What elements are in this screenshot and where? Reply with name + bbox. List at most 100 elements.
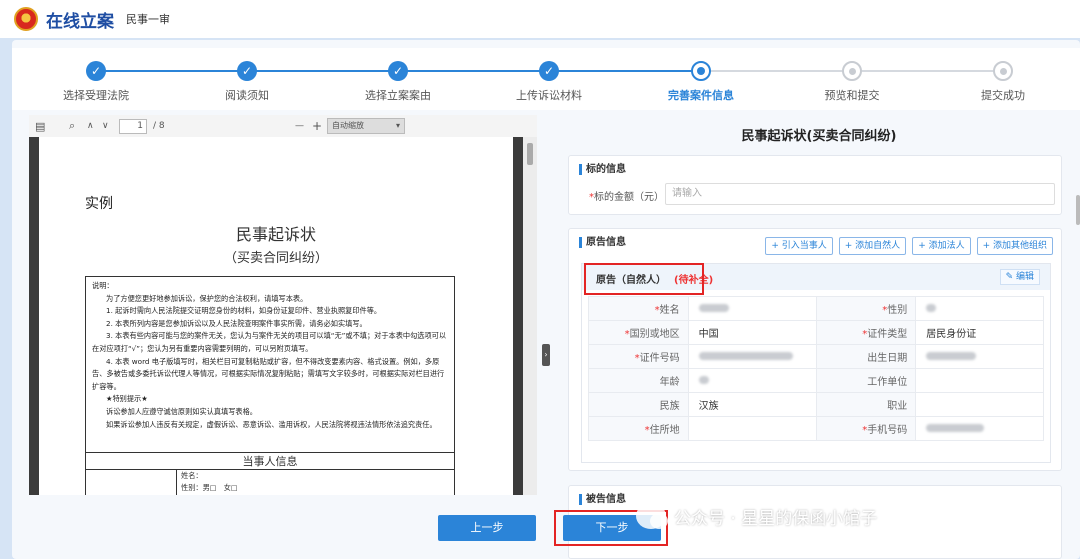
pdf-viewer: ▤ ⌕ ∧ ∨ 1 / 8 — + 自动缩放 ▾ 实例 民事起诉状 （买卖合同纠纷… <box>29 115 537 495</box>
edit-button[interactable]: ✎ 编辑 <box>999 269 1040 285</box>
step-upload-materials: ✓ 上传诉讼材料 <box>489 61 609 103</box>
plaintiff-person-header: 原告（自然人） (待补全) ✎ 编辑 <box>582 263 1050 295</box>
main-panel: ✓ 选择受理法院 ✓ 阅读须知 ✓ 选择立案案由 ✓ 上传诉讼材料 完善案件信息 预览和… <box>12 40 1080 559</box>
doc-example-label: 实例 <box>85 196 113 212</box>
plaintiff-person-block: 原告（自然人） (待补全) ✎ 编辑 *姓名 *性别 *国别或地区 中国 *证件类… <box>581 263 1051 463</box>
field-label: 出生日期 <box>815 344 917 369</box>
table-row: 年龄 工作单位 <box>588 368 1044 393</box>
case-form: 民事起诉状(买卖合同纠纷) 标的信息 *标的金额（元） 请输入 原告信息 + 引… <box>558 115 1080 559</box>
step-label: 完善案件信息 <box>668 89 734 102</box>
doc-notes: 说明： 为了方便您更好地参加诉讼，保护您的合法权利，请填写本表。 1. 起诉时需… <box>86 277 454 452</box>
step-select-court: ✓ 选择受理法院 <box>36 61 156 103</box>
next-page-icon[interactable]: ∨ <box>102 115 109 137</box>
party-info-rows: 姓名： 性别：男□ 女□ <box>176 470 238 495</box>
nationality-value: 中国 <box>687 320 817 345</box>
doc-note: 为了方便您更好地参加诉讼，保护您的合法权利，请填写本表。 <box>106 293 308 303</box>
blurred-value <box>698 376 709 384</box>
app-title: 在线立案 <box>46 11 114 32</box>
step-submit-success: 提交成功 <box>943 61 1063 103</box>
party-gender-label: 性别：男□ 女□ <box>181 483 238 492</box>
blurred-value <box>926 424 985 432</box>
blurred-value <box>698 352 793 360</box>
add-natural-person-button[interactable]: + 添加自然人 <box>838 237 907 255</box>
page-number-input[interactable]: 1 <box>119 118 147 134</box>
chevron-down-icon: ▾ <box>395 121 400 130</box>
page-total: / 8 <box>153 121 165 131</box>
field-label: *国别或地区 <box>588 320 689 345</box>
party-info-header: 当事人信息 <box>86 452 454 470</box>
field-label: 工作单位 <box>815 368 917 393</box>
top-bar: 在线立案 民事一审 <box>0 0 1080 38</box>
doc-title: 民事起诉状 <box>235 225 316 244</box>
zoom-value: 自动缩放 <box>332 121 364 130</box>
check-icon: ✓ <box>539 61 559 81</box>
watermark-text: 公众号 · 星星的保函小馆子 <box>674 508 878 529</box>
prev-step-button[interactable]: 上一步 <box>438 515 536 541</box>
step-read-notice: ✓ 阅读须知 <box>187 61 307 103</box>
amount-input[interactable]: 请输入 <box>665 183 1055 205</box>
add-legal-person-button[interactable]: + 添加法人 <box>912 237 971 255</box>
field-label: *住所地 <box>588 416 689 441</box>
name-value <box>687 296 817 321</box>
doc-table: 说明： 为了方便您更好地参加诉讼，保护您的合法权利，请填写本表。 1. 起诉时需… <box>85 276 455 495</box>
subject-card: 标的信息 *标的金额（元） 请输入 <box>568 155 1062 215</box>
step-complete-info: 完善案件信息 <box>641 61 761 103</box>
defendant-heading: 被告信息 <box>579 494 626 505</box>
step-label: 选择受理法院 <box>63 89 129 102</box>
phone-value <box>915 416 1044 441</box>
progress-steps: ✓ 选择受理法院 ✓ 阅读须知 ✓ 选择立案案由 ✓ 上传诉讼材料 完善案件信息 预览和… <box>12 48 1080 110</box>
check-icon: ✓ <box>388 61 408 81</box>
doc-note: 4. 本表 word 电子版填写时，相关栏目可复制粘贴或扩容，但不得改变要素内容… <box>92 356 445 391</box>
step-label: 上传诉讼材料 <box>516 89 582 102</box>
party-name-label: 姓名： <box>181 471 203 480</box>
field-label: *性别 <box>815 296 917 321</box>
collapse-handle-icon[interactable]: › <box>542 344 550 366</box>
plaintiff-heading: 原告信息 <box>579 237 626 248</box>
zoom-in-icon[interactable]: + <box>312 115 322 137</box>
court-emblem-icon <box>14 7 38 31</box>
form-scrollbar[interactable] <box>1076 195 1080 225</box>
edit-icon: ✎ <box>1005 272 1014 282</box>
search-icon[interactable]: ⌕ <box>69 115 75 137</box>
doc-note: 如果诉讼参加人违反有关规定，虚假诉讼、恶意诉讼、滥用诉权，人民法院将视违法情形依… <box>106 419 437 429</box>
step-select-cause: ✓ 选择立案案由 <box>338 61 458 103</box>
table-row: *姓名 *性别 <box>588 296 1044 321</box>
check-icon: ✓ <box>86 61 106 81</box>
step-label: 提交成功 <box>981 89 1025 102</box>
plaintiff-card: 原告信息 + 引入当事人 + 添加自然人 + 添加法人 + 添加其他组织 原告（… <box>568 228 1062 471</box>
step-label: 选择立案案由 <box>365 89 431 102</box>
zoom-select[interactable]: 自动缩放 ▾ <box>327 118 405 134</box>
field-label: *手机号码 <box>815 416 917 441</box>
field-label: *证件号码 <box>588 344 689 369</box>
current-step-icon <box>691 61 711 81</box>
doc-note: 3. 本表有些内容可能与您的案件无关，您认为与案件无关的项目可以填“无”或不填；… <box>92 331 447 353</box>
watermark: 公众号 · 星星的保函小馆子 <box>636 500 877 532</box>
doc-note: ★特别提示★ <box>106 394 148 404</box>
add-other-org-button[interactable]: + 添加其他组织 <box>976 237 1053 255</box>
import-party-button[interactable]: + 引入当事人 <box>765 237 833 255</box>
doc-note: 1. 起诉时需向人民法院提交证明您身份的材料，如身份证复印件、营业执照复印件等。 <box>106 306 382 316</box>
table-row: *住所地 *手机号码 <box>588 416 1044 441</box>
field-label: 年龄 <box>588 368 689 393</box>
doc-notes-title: 说明： <box>92 281 114 290</box>
doc-subtitle: （买卖合同纠纷） <box>223 251 328 266</box>
step-preview-submit: 预览和提交 <box>792 61 912 103</box>
birth-value <box>915 344 1044 369</box>
blurred-value <box>698 304 729 312</box>
pdf-page: 实例 民事起诉状 （买卖合同纠纷） 说明： 为了方便您更好地参加诉讼，保护您的合… <box>39 137 513 495</box>
id-type-value: 居民身份证 <box>915 320 1044 345</box>
step-label: 阅读须知 <box>225 89 269 102</box>
plaintiff-info-table: *姓名 *性别 *国别或地区 中国 *证件类型 居民身份证 *证件号码 出生日期… <box>588 296 1044 441</box>
prev-page-icon[interactable]: ∧ <box>87 115 94 137</box>
ethnic-value: 汉族 <box>687 392 817 417</box>
sidebar-toggle-icon[interactable]: ▤ <box>35 115 45 137</box>
zoom-out-icon[interactable]: — <box>295 115 304 137</box>
age-value <box>687 368 817 393</box>
field-label: 民族 <box>588 392 689 417</box>
highlight-box <box>584 263 704 295</box>
pdf-scrollbar[interactable] <box>523 137 537 495</box>
scrollbar-thumb[interactable] <box>527 143 533 165</box>
doc-note: 2. 本表所列内容是您参加诉讼以及人民法院查明案件事实所需，请务必如实填写。 <box>106 318 367 328</box>
amount-label: *标的金额（元） <box>589 192 664 203</box>
pdf-toolbar: ▤ ⌕ ∧ ∨ 1 / 8 — + 自动缩放 ▾ <box>29 115 537 137</box>
